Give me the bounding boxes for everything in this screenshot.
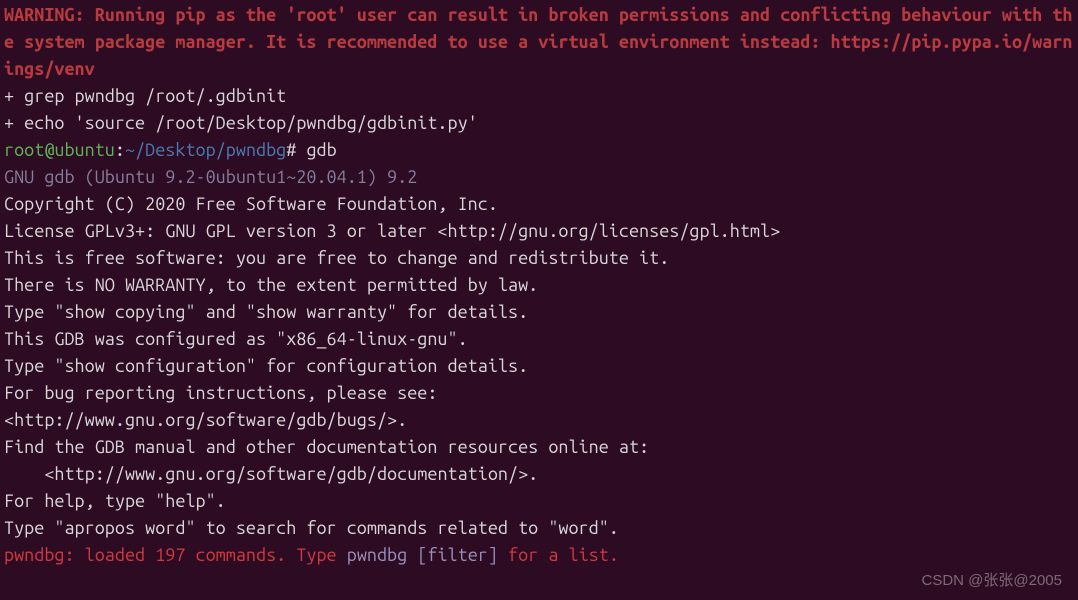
prompt-user-host: root@ubuntu (4, 140, 115, 160)
shell-line-grep: + grep pwndbg /root/.gdbinit (4, 83, 1074, 110)
pwndbg-filter: pwndbg [filter] (347, 545, 498, 565)
gdb-license: License GPLv3+: GNU GPL version 3 or lat… (4, 218, 1074, 245)
pwndbg-loaded: pwndbg: loaded 197 commands. Type pwndbg… (4, 542, 1074, 569)
gdb-bugreport-2: <http://www.gnu.org/software/gdb/bugs/>. (4, 407, 1074, 434)
gdb-banner: GNU gdb (Ubuntu 9.2-0ubuntu1~20.04.1) 9.… (4, 164, 1074, 191)
gdb-configured: This GDB was configured as "x86_64-linux… (4, 326, 1074, 353)
gdb-bugreport-1: For bug reporting instructions, please s… (4, 380, 1074, 407)
gdb-free-software-2: There is NO WARRANTY, to the extent perm… (4, 272, 1074, 299)
shell-prompt[interactable]: root@ubuntu:~/Desktop/pwndbg# gdb (4, 137, 1074, 164)
prompt-path: ~/Desktop/pwndbg (125, 140, 286, 160)
pwndbg-suffix: for a list. (498, 545, 619, 565)
prompt-hash: # (286, 140, 296, 160)
gdb-show-configuration: Type "show configuration" for configurat… (4, 353, 1074, 380)
pwndbg-prefix: pwndbg: (4, 545, 75, 565)
gdb-help-2: Type "apropos word" to search for comman… (4, 515, 1074, 542)
gdb-help-1: For help, type "help". (4, 488, 1074, 515)
pwndbg-loaded-text: loaded 197 commands. Type (75, 545, 347, 565)
shell-line-echo: + echo 'source /root/Desktop/pwndbg/gdbi… (4, 110, 1074, 137)
prompt-separator: : (115, 140, 125, 160)
gdb-show-copying: Type "show copying" and "show warranty" … (4, 299, 1074, 326)
watermark: CSDN @张张@2005 (922, 570, 1063, 593)
pip-warning: WARNING: Running pip as the 'root' user … (4, 2, 1074, 83)
gdb-copyright: Copyright (C) 2020 Free Software Foundat… (4, 191, 1074, 218)
gdb-manual-2: <http://www.gnu.org/software/gdb/documen… (4, 461, 1074, 488)
gdb-manual-1: Find the GDB manual and other documentat… (4, 434, 1074, 461)
gdb-free-software-1: This is free software: you are free to c… (4, 245, 1074, 272)
prompt-command: gdb (296, 140, 336, 160)
